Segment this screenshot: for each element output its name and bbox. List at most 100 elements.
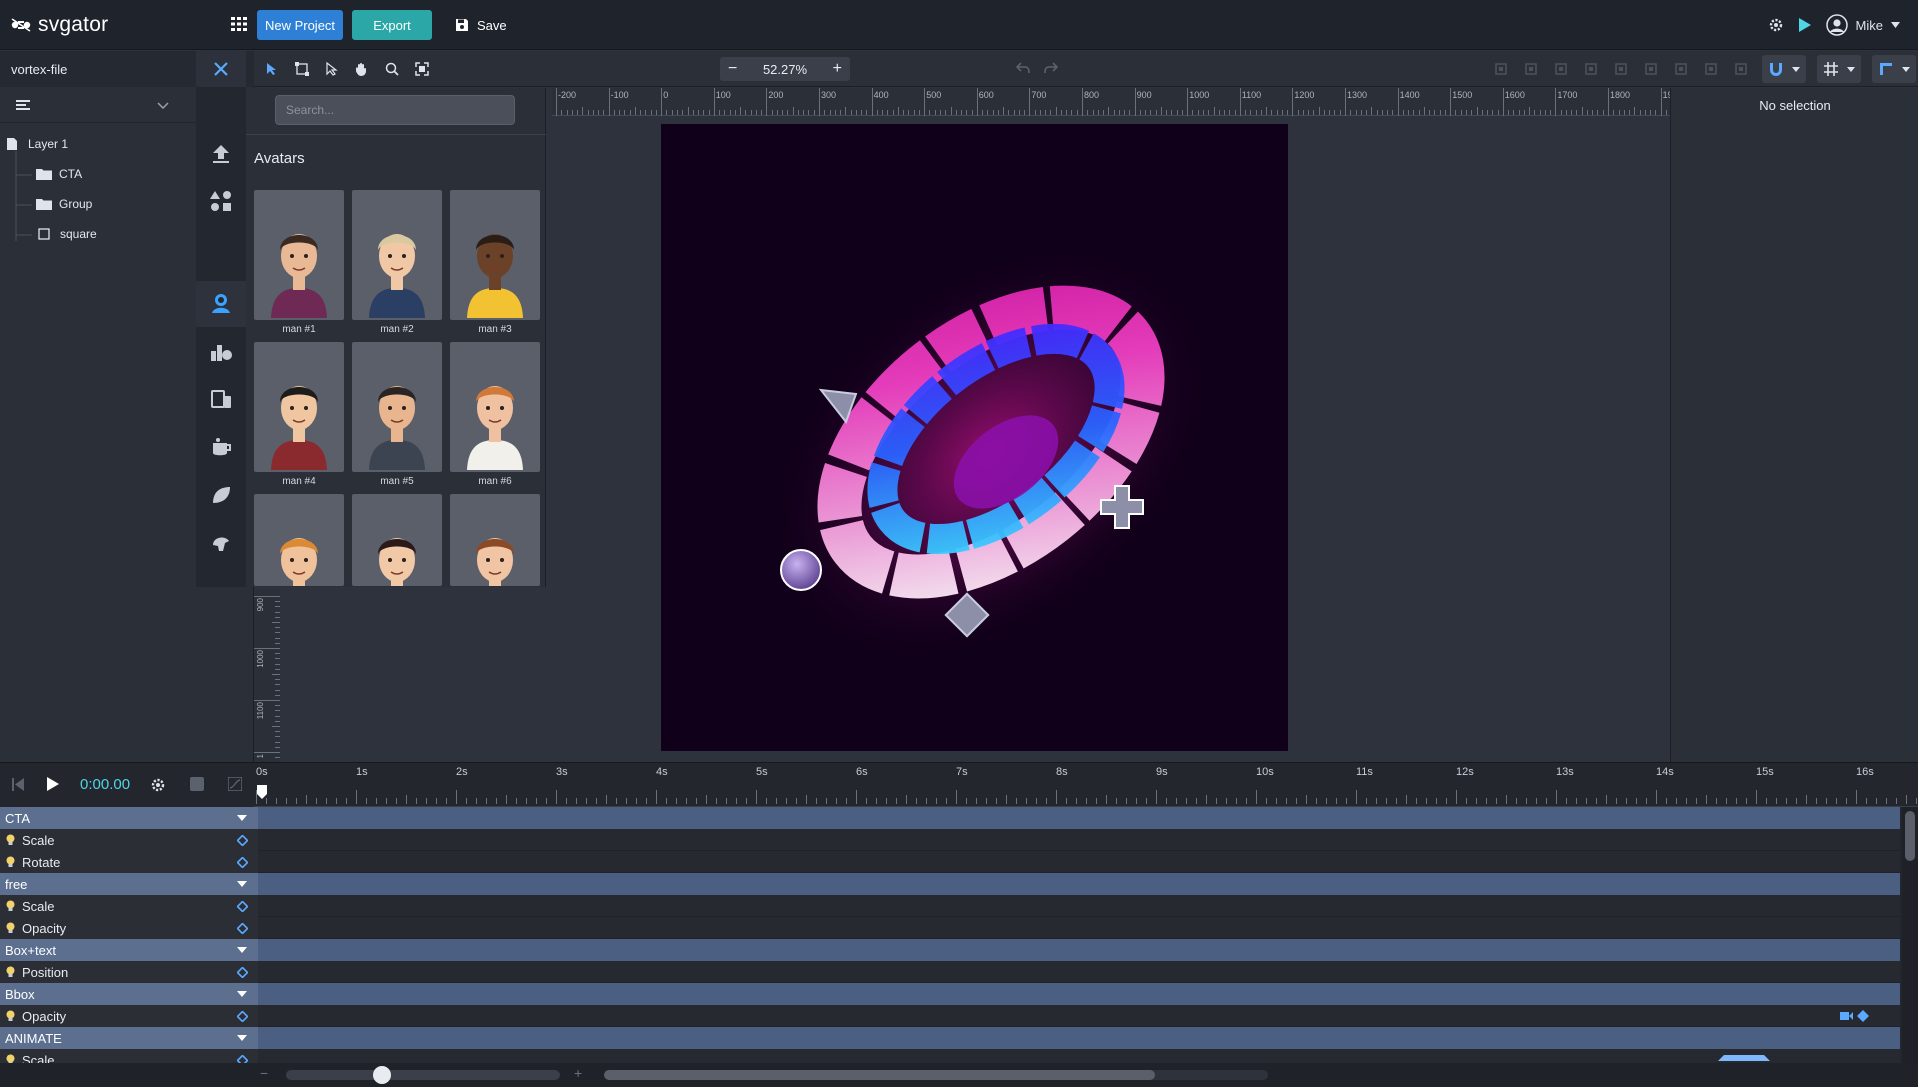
- keyframe-marker[interactable]: [1718, 1051, 1770, 1061]
- lightbulb-icon[interactable]: [6, 900, 15, 912]
- collapse-chevron-icon[interactable]: [157, 102, 169, 109]
- upload-icon[interactable]: [209, 141, 233, 165]
- add-keyframe-diamond-icon[interactable]: [237, 835, 248, 846]
- timeline-group-row[interactable]: Bbox: [0, 983, 1900, 1005]
- keyframe-options-icon[interactable]: [190, 777, 204, 791]
- avatar-card[interactable]: [352, 494, 442, 586]
- timeline-scroll-thumb[interactable]: [604, 1070, 1156, 1080]
- play-preview-icon[interactable]: [1798, 17, 1812, 33]
- add-keyframe-diamond-icon[interactable]: [237, 901, 248, 912]
- zoom-tool[interactable]: [382, 59, 402, 79]
- lightbulb-icon[interactable]: [6, 856, 15, 868]
- save-button[interactable]: Save: [455, 10, 515, 40]
- settings-gear-icon[interactable]: [1768, 17, 1784, 33]
- zoom-out-button[interactable]: −: [728, 60, 737, 78]
- chevron-down-icon[interactable]: [237, 1035, 247, 1041]
- align-right-icon[interactable]: [1674, 62, 1688, 76]
- avatar-card[interactable]: man #4: [254, 342, 344, 487]
- timeline-zoom-slider-thumb[interactable]: [372, 1066, 391, 1084]
- timeline-zoom-out-button[interactable]: −: [260, 1065, 268, 1081]
- brand-logo[interactable]: svgator: [10, 13, 108, 37]
- lightbulb-icon[interactable]: [6, 1010, 15, 1022]
- timeline-ruler[interactable]: 0s 1s 2s 3s 4s 5s 6s 7s 8s 9s 10s 11s 12s 13s 14s 15s 16…: [254, 763, 1918, 807]
- avatar-card[interactable]: [450, 494, 540, 586]
- devices-icon[interactable]: [209, 387, 233, 411]
- timeline-property-row[interactable]: Scale: [0, 829, 1900, 851]
- timeline-track[interactable]: [258, 983, 1900, 1005]
- timeline-group-row[interactable]: ANIMATE: [0, 1027, 1900, 1049]
- add-keyframe-diamond-icon[interactable]: [237, 967, 248, 978]
- grid-toggle[interactable]: [1817, 55, 1861, 83]
- timeline-track[interactable]: [258, 1027, 1900, 1049]
- timeline-track[interactable]: [258, 917, 1900, 939]
- timeline-property-row[interactable]: Position: [0, 961, 1900, 983]
- avatars-category-icon[interactable]: [209, 291, 233, 315]
- avatar-card[interactable]: man #3: [450, 190, 540, 335]
- lightbulb-icon[interactable]: [6, 834, 15, 846]
- timeline-track[interactable]: [258, 873, 1900, 895]
- lightbulb-icon[interactable]: [6, 966, 15, 978]
- hand-tool[interactable]: [352, 59, 372, 79]
- timeline-group-row[interactable]: Box+text: [0, 939, 1900, 961]
- new-project-button[interactable]: New Project: [257, 10, 343, 40]
- avatar-card[interactable]: man #2: [352, 190, 442, 335]
- timeline-track[interactable]: [258, 829, 1900, 851]
- lightbulb-icon[interactable]: [6, 922, 15, 934]
- dashboard-grid-icon[interactable]: [231, 17, 247, 31]
- business-icon[interactable]: [209, 339, 233, 363]
- avatar-card[interactable]: man #6: [450, 342, 540, 487]
- timeline-track[interactable]: [258, 807, 1900, 829]
- timeline-settings-gear-icon[interactable]: [150, 777, 166, 793]
- align-middle-icon[interactable]: [1554, 62, 1568, 76]
- add-keyframe-diamond-icon[interactable]: [237, 857, 248, 868]
- snap-magnet-toggle[interactable]: [1762, 55, 1806, 83]
- distribute-h-icon[interactable]: [1704, 62, 1718, 76]
- align-bottom-icon[interactable]: [1584, 62, 1598, 76]
- undo-icon[interactable]: [1016, 62, 1030, 74]
- chevron-down-icon[interactable]: [237, 947, 247, 953]
- align-top-icon[interactable]: [1524, 62, 1538, 76]
- food-icon[interactable]: [209, 435, 233, 459]
- current-time[interactable]: 0:00.00: [80, 776, 130, 793]
- export-button[interactable]: Export: [352, 10, 432, 40]
- horizontal-ruler[interactable]: -200 -100 0 100 200 300 400 500 600 700 800 900 1000…: [552, 88, 1709, 116]
- add-keyframe-diamond-icon[interactable]: [237, 1011, 248, 1022]
- easing-icon[interactable]: [228, 777, 242, 791]
- animals-icon[interactable]: [209, 531, 233, 555]
- node-tool[interactable]: [322, 59, 342, 79]
- select-tool[interactable]: [262, 59, 282, 79]
- avatar-card[interactable]: man #1: [254, 190, 344, 335]
- timeline-property-row[interactable]: Scale: [0, 895, 1900, 917]
- play-icon[interactable]: [47, 777, 59, 791]
- fit-screen-tool[interactable]: [412, 59, 432, 79]
- transform-tool[interactable]: [292, 59, 312, 79]
- keyframe-marker[interactable]: [1840, 1010, 1872, 1022]
- layers-list-icon[interactable]: [16, 100, 30, 110]
- align-center-icon[interactable]: [1644, 62, 1658, 76]
- align-distribute-icon[interactable]: [1494, 62, 1508, 76]
- timeline-property-row[interactable]: Opacity: [0, 917, 1900, 939]
- add-keyframe-diamond-icon[interactable]: [237, 923, 248, 934]
- timeline-horizontal-scrollbar[interactable]: [604, 1070, 1268, 1080]
- zoom-in-button[interactable]: +: [833, 60, 842, 78]
- assets-search-input[interactable]: [275, 95, 515, 125]
- timeline-track[interactable]: [258, 961, 1900, 983]
- playhead-marker[interactable]: [257, 785, 267, 799]
- artboard-canvas[interactable]: [661, 124, 1288, 751]
- timeline-track[interactable]: [258, 895, 1900, 917]
- align-left-icon[interactable]: [1614, 62, 1628, 76]
- timeline-property-row[interactable]: Rotate: [0, 851, 1900, 873]
- nature-leaf-icon[interactable]: [209, 483, 233, 507]
- timeline-track[interactable]: [258, 1005, 1900, 1027]
- timeline-zoom-slider[interactable]: [286, 1066, 560, 1084]
- vertical-ruler[interactable]: 900 1000 1100 1: [254, 590, 280, 800]
- timeline-track[interactable]: [258, 939, 1900, 961]
- timeline-zoom-in-button[interactable]: +: [574, 1065, 582, 1081]
- chevron-down-icon[interactable]: [237, 991, 247, 997]
- user-menu[interactable]: Mike: [1825, 14, 1900, 36]
- avatar-card[interactable]: [254, 494, 344, 586]
- rulers-toggle[interactable]: [1872, 55, 1916, 83]
- zoom-level[interactable]: 52.27%: [763, 62, 807, 77]
- close-assets-button[interactable]: [196, 51, 246, 87]
- timeline-group-row[interactable]: free: [0, 873, 1900, 895]
